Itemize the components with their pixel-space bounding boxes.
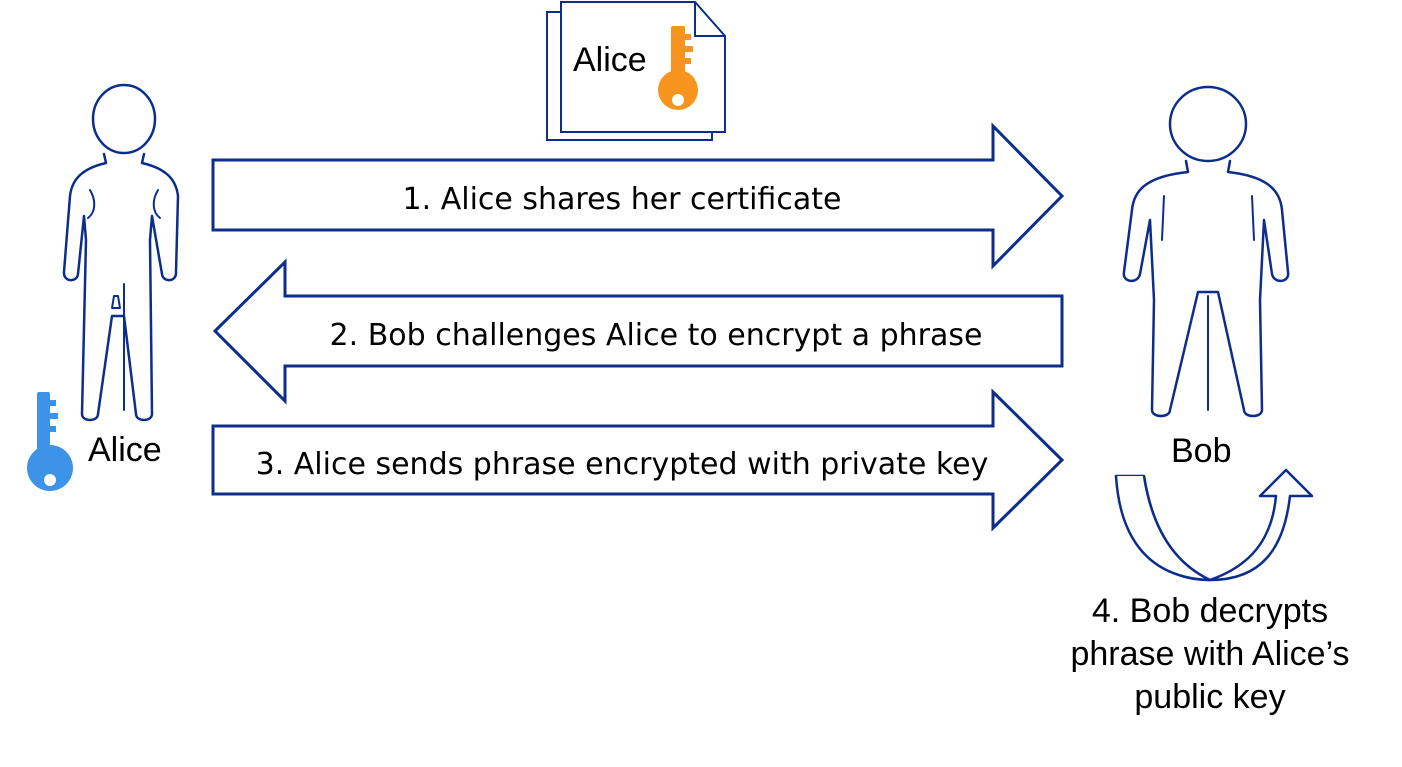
step-2-arrow: 2. Bob challenges Alice to encrypt a phr… (212, 258, 1064, 405)
step-4-label: 4. Bob decrypts phrase with Alice’s publ… (1070, 592, 1349, 716)
blue-key-icon (27, 392, 73, 491)
decrypt-uturn-arrow (1114, 468, 1314, 582)
man-figure-icon (1122, 85, 1290, 418)
step-3-label: 3. Alice sends phrase encrypted with pri… (256, 447, 989, 482)
certificate-owner-label: Alice (573, 41, 647, 79)
step-1-arrow: 1. Alice shares her certificate (211, 122, 1065, 270)
step-2-label: 2. Bob challenges Alice to encrypt a phr… (330, 318, 983, 353)
step-4-line-3: public key (1134, 678, 1285, 716)
authentication-diagram: Alice Alice Bob 1. Alice shares her cert… (27, 1, 1350, 716)
bob-name-label: Bob (1171, 432, 1232, 470)
certificate-document: Alice (546, 1, 726, 141)
woman-figure-icon (62, 83, 180, 422)
step-4-line-2: phrase with Alice’s (1070, 635, 1349, 673)
step-3-arrow: 3. Alice sends phrase encrypted with pri… (211, 388, 1065, 532)
step-4-line-1: 4. Bob decrypts (1092, 592, 1328, 630)
alice-name-label: Alice (88, 431, 162, 469)
step-1-label: 1. Alice shares her certificate (403, 182, 842, 217)
